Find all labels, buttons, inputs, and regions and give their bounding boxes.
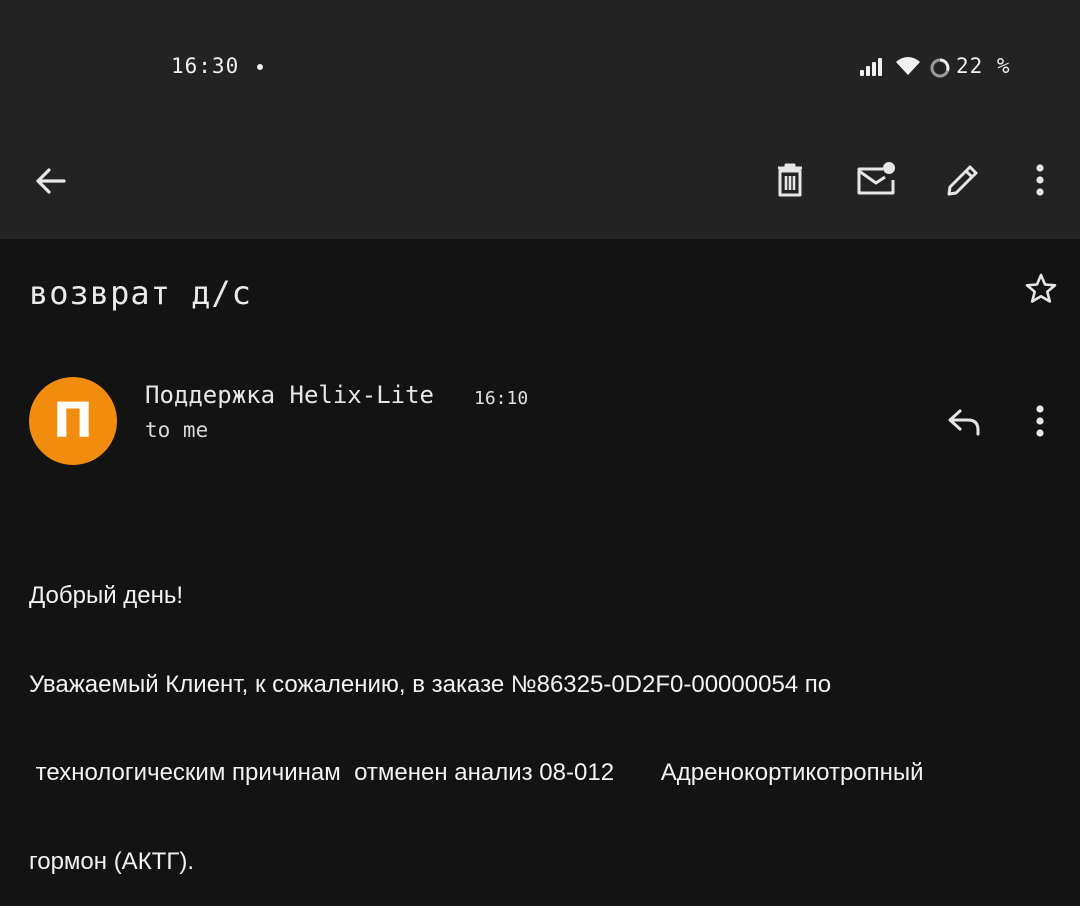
mark-unread-icon[interactable] (855, 160, 899, 200)
edit-icon[interactable] (943, 160, 983, 200)
body-line: гормон (АКТГ). (29, 847, 194, 875)
signal-icon (858, 56, 886, 78)
body-line: Уважаемый Клиент, к сожалению, в заказе … (29, 670, 832, 698)
reply-icon[interactable] (944, 403, 984, 439)
notification-dot-icon (257, 64, 263, 70)
message-more-icon[interactable] (1030, 401, 1050, 441)
app-top-bar: 16:30 22 % (0, 0, 1080, 239)
battery-percent: 22 % (956, 54, 1011, 78)
arrow-back-icon[interactable] (30, 162, 70, 200)
body-line: технологическим причинам отменен анализ … (29, 759, 924, 786)
battery-saver-ring-icon (929, 57, 951, 79)
star-icon[interactable] (1024, 272, 1058, 304)
avatar-letter: П (52, 393, 94, 449)
sender-avatar[interactable]: П (29, 377, 117, 465)
body-line: Добрый день! (29, 582, 184, 609)
status-icons: 22 % (858, 52, 1028, 82)
status-time: 16:30 (171, 54, 240, 78)
sender-time: 16:10 (474, 388, 529, 409)
delete-icon[interactable] (770, 160, 810, 200)
sender-name: Поддержка Helix-Lite (145, 381, 434, 409)
email-subject: возврат д/с (29, 274, 252, 312)
email-body: Добрый день! Уважаемый Клиент, к сожален… (29, 522, 1039, 906)
wifi-icon (894, 55, 922, 77)
recipients-toggle[interactable]: to me (145, 418, 208, 442)
more-vert-icon[interactable] (1030, 160, 1050, 200)
